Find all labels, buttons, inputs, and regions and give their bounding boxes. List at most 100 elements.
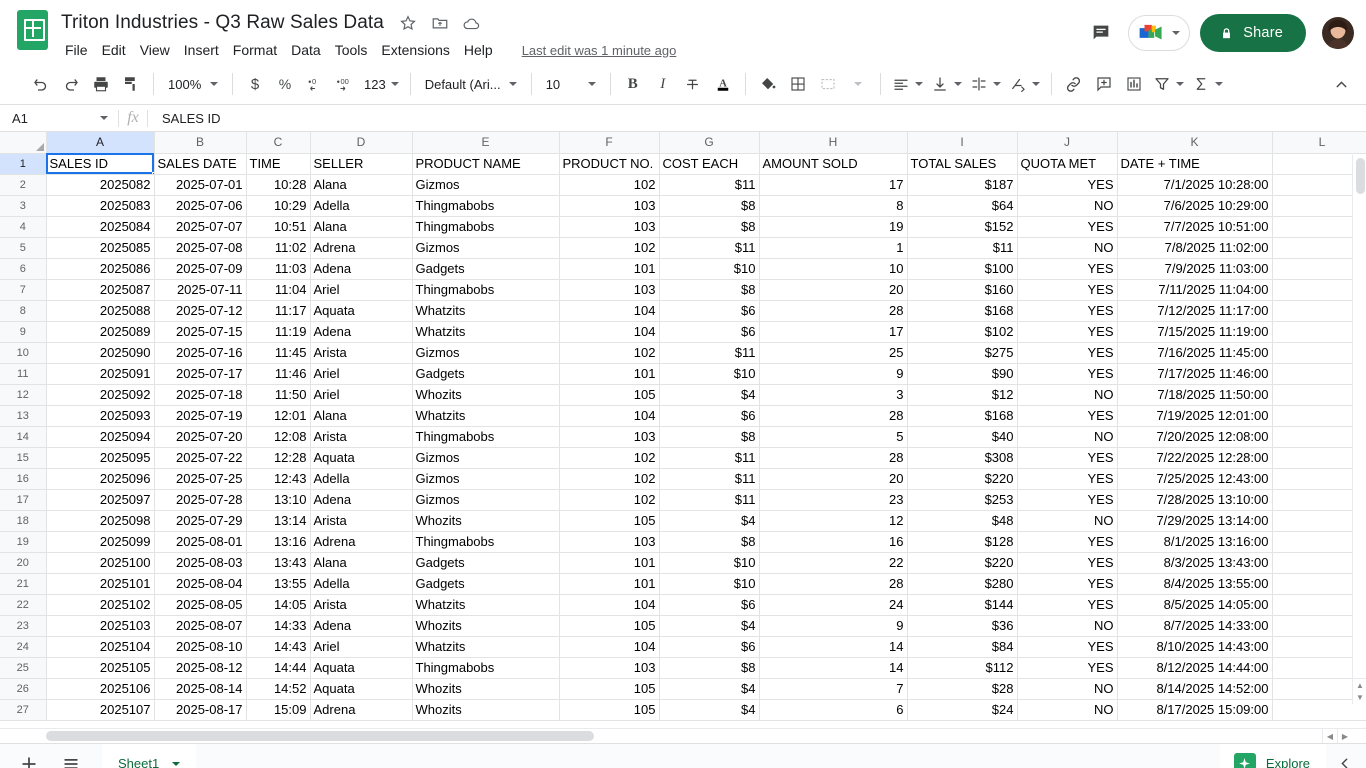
cell-I15[interactable]: $308: [907, 447, 1018, 469]
cell-K5[interactable]: 7/8/2025 11:02:00: [1117, 237, 1273, 259]
last-edit-status[interactable]: Last edit was 1 minute ago: [522, 43, 677, 58]
cell-D2[interactable]: Alana: [310, 174, 413, 196]
column-header-d[interactable]: D: [310, 132, 413, 154]
cell-C11[interactable]: 11:46: [246, 363, 311, 385]
chevron-down-icon[interactable]: [172, 761, 181, 766]
row-header-23[interactable]: 23: [0, 615, 47, 637]
column-header-b[interactable]: B: [154, 132, 247, 154]
cell-E4[interactable]: Thingmabobs: [412, 216, 560, 238]
cell-E15[interactable]: Gizmos: [412, 447, 560, 469]
cell-K6[interactable]: 7/9/2025 11:03:00: [1117, 258, 1273, 280]
cell-A16[interactable]: 2025096: [46, 468, 155, 490]
cell-E27[interactable]: Whozits: [412, 699, 560, 721]
cell-A18[interactable]: 2025098: [46, 510, 155, 532]
cell-I6[interactable]: $100: [907, 258, 1018, 280]
cell-H1[interactable]: AMOUNT SOLD: [759, 153, 908, 175]
cell-I24[interactable]: $84: [907, 636, 1018, 658]
cell-E24[interactable]: Whatzits: [412, 636, 560, 658]
row-header-6[interactable]: 6: [0, 258, 47, 280]
cell-A17[interactable]: 2025097: [46, 489, 155, 511]
cell-J21[interactable]: YES: [1017, 573, 1118, 595]
cell-H15[interactable]: 28: [759, 447, 908, 469]
cell-K8[interactable]: 7/12/2025 11:17:00: [1117, 300, 1273, 322]
cell-A24[interactable]: 2025104: [46, 636, 155, 658]
cell-B17[interactable]: 2025-07-28: [154, 489, 247, 511]
cell-J27[interactable]: NO: [1017, 699, 1118, 721]
cell-A23[interactable]: 2025103: [46, 615, 155, 637]
cell-G5[interactable]: $11: [659, 237, 760, 259]
cell-E22[interactable]: Whatzits: [412, 594, 560, 616]
collapse-toolbar-icon[interactable]: [1327, 70, 1355, 98]
cell-G20[interactable]: $10: [659, 552, 760, 574]
text-wrapping-icon[interactable]: [967, 70, 1004, 98]
formula-input[interactable]: [148, 105, 1366, 131]
cell-I7[interactable]: $160: [907, 279, 1018, 301]
cell-B24[interactable]: 2025-08-10: [154, 636, 247, 658]
cell-J11[interactable]: YES: [1017, 363, 1118, 385]
cell-J8[interactable]: YES: [1017, 300, 1118, 322]
cell-E14[interactable]: Thingmabobs: [412, 426, 560, 448]
currency-dollar-icon[interactable]: $: [241, 70, 269, 98]
cell-D26[interactable]: Aquata: [310, 678, 413, 700]
cell-E9[interactable]: Whatzits: [412, 321, 560, 343]
cell-I1[interactable]: TOTAL SALES: [907, 153, 1018, 175]
cell-J15[interactable]: YES: [1017, 447, 1118, 469]
cell-A1[interactable]: SALES ID: [46, 153, 155, 175]
cell-C10[interactable]: 11:45: [246, 342, 311, 364]
horizontal-scroll-thumb[interactable]: [46, 731, 594, 741]
column-header-e[interactable]: E: [412, 132, 560, 154]
paint-format-icon[interactable]: [117, 70, 145, 98]
select-all-corner[interactable]: [0, 132, 47, 154]
cell-D1[interactable]: SELLER: [310, 153, 413, 175]
cell-I12[interactable]: $12: [907, 384, 1018, 406]
cell-B15[interactable]: 2025-07-22: [154, 447, 247, 469]
cell-H26[interactable]: 7: [759, 678, 908, 700]
cell-B14[interactable]: 2025-07-20: [154, 426, 247, 448]
cell-J26[interactable]: NO: [1017, 678, 1118, 700]
cell-G24[interactable]: $6: [659, 636, 760, 658]
row-header-11[interactable]: 11: [0, 363, 47, 385]
cell-A5[interactable]: 2025085: [46, 237, 155, 259]
cell-F21[interactable]: 101: [559, 573, 660, 595]
cell-C8[interactable]: 11:17: [246, 300, 311, 322]
cell-B18[interactable]: 2025-07-29: [154, 510, 247, 532]
row-header-3[interactable]: 3: [0, 195, 47, 217]
meet-caret-icon[interactable]: [1172, 31, 1181, 35]
cell-A7[interactable]: 2025087: [46, 279, 155, 301]
cell-D13[interactable]: Alana: [310, 405, 413, 427]
cell-B23[interactable]: 2025-08-07: [154, 615, 247, 637]
column-header-f[interactable]: F: [559, 132, 660, 154]
cell-F17[interactable]: 102: [559, 489, 660, 511]
cell-F15[interactable]: 102: [559, 447, 660, 469]
cell-E19[interactable]: Thingmabobs: [412, 531, 560, 553]
sheets-logo-icon[interactable]: [14, 10, 50, 58]
cell-H20[interactable]: 22: [759, 552, 908, 574]
cell-C16[interactable]: 12:43: [246, 468, 311, 490]
cell-H9[interactable]: 17: [759, 321, 908, 343]
cell-H11[interactable]: 9: [759, 363, 908, 385]
cell-K15[interactable]: 7/22/2025 12:28:00: [1117, 447, 1273, 469]
menu-help[interactable]: Help: [457, 39, 500, 61]
cell-J3[interactable]: NO: [1017, 195, 1118, 217]
italic-button[interactable]: I: [649, 70, 677, 98]
cell-E18[interactable]: Whozits: [412, 510, 560, 532]
menu-edit[interactable]: Edit: [95, 39, 133, 61]
cell-K18[interactable]: 7/29/2025 13:14:00: [1117, 510, 1273, 532]
cell-D19[interactable]: Adrena: [310, 531, 413, 553]
cell-D9[interactable]: Adena: [310, 321, 413, 343]
cell-D27[interactable]: Adrena: [310, 699, 413, 721]
row-header-10[interactable]: 10: [0, 342, 47, 364]
cell-C1[interactable]: TIME: [246, 153, 311, 175]
cell-H25[interactable]: 14: [759, 657, 908, 679]
cell-C6[interactable]: 11:03: [246, 258, 311, 280]
fill-handle[interactable]: [151, 171, 153, 173]
cell-F20[interactable]: 101: [559, 552, 660, 574]
cell-J4[interactable]: YES: [1017, 216, 1118, 238]
vertical-align-icon[interactable]: [928, 70, 965, 98]
cell-H7[interactable]: 20: [759, 279, 908, 301]
bold-button[interactable]: B: [619, 70, 647, 98]
row-header-19[interactable]: 19: [0, 531, 47, 553]
scroll-up-icon[interactable]: ▲: [1353, 678, 1366, 691]
cell-C12[interactable]: 11:50: [246, 384, 311, 406]
cell-F25[interactable]: 103: [559, 657, 660, 679]
